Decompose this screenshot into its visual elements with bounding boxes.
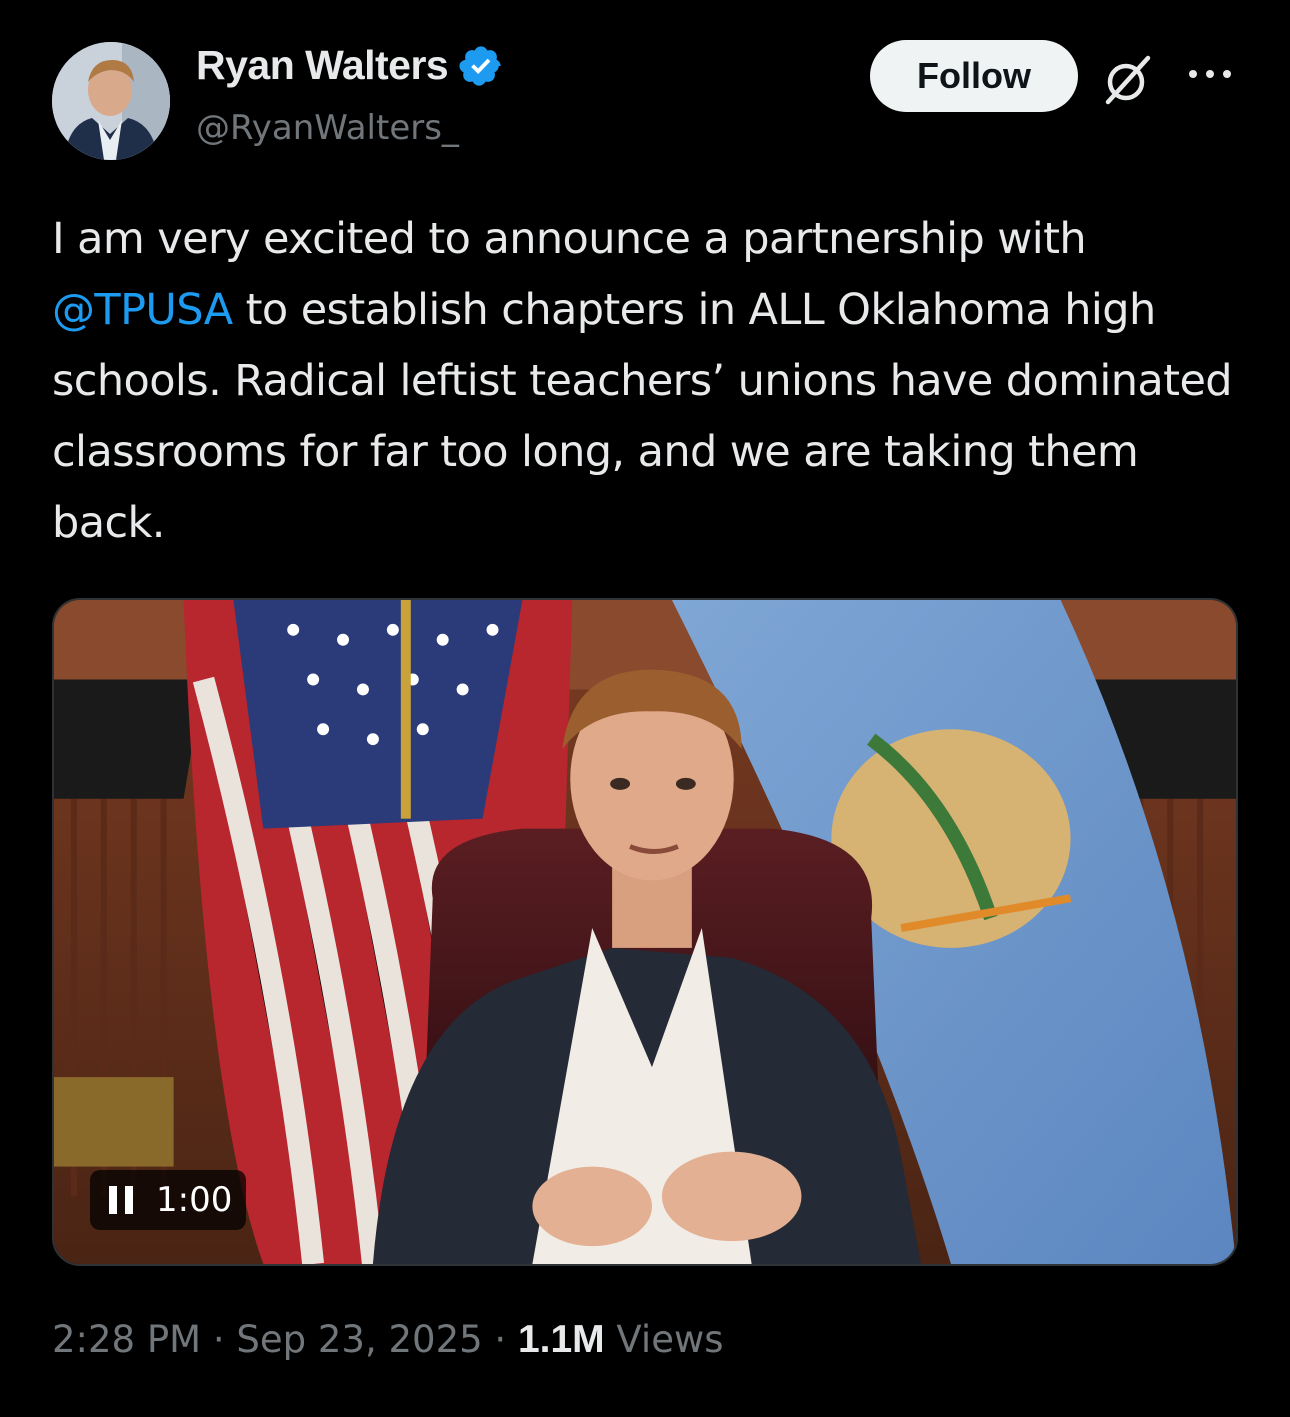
meta-separator: · xyxy=(212,1318,225,1361)
display-name-text: Ryan Walters xyxy=(196,42,449,88)
grok-icon[interactable] xyxy=(1100,52,1156,108)
verified-badge-icon xyxy=(459,45,501,86)
follow-button[interactable]: Follow xyxy=(870,40,1078,112)
video-controls[interactable]: 1:00 xyxy=(90,1170,247,1230)
tweet-meta: 2:28 PM · Sep 23, 2025 · 1.1M Views xyxy=(52,1318,724,1362)
meta-separator: · xyxy=(494,1318,507,1361)
display-name[interactable]: Ryan Walters xyxy=(196,42,504,89)
tweet-text: I am very excited to announce a partners… xyxy=(52,204,1242,559)
post-date[interactable]: Sep 23, 2025 xyxy=(236,1318,482,1361)
pause-icon[interactable] xyxy=(108,1184,134,1216)
video-time: 1:00 xyxy=(156,1180,233,1220)
video-player[interactable]: 1:00 xyxy=(52,598,1238,1266)
views-count[interactable]: 1.1M xyxy=(518,1318,605,1362)
handle[interactable]: @RyanWalters_ xyxy=(196,108,459,148)
tweet-card[interactable]: Ryan Walters @RyanWalters_ Follow I am v… xyxy=(0,0,1290,1417)
views-label: Views xyxy=(616,1318,724,1361)
mention-link[interactable]: @TPUSA xyxy=(52,285,233,335)
avatar[interactable] xyxy=(52,42,170,160)
post-time[interactable]: 2:28 PM xyxy=(52,1318,201,1361)
tweet-text-lead: I am very excited to announce a partners… xyxy=(52,214,1087,264)
avatar-image xyxy=(52,42,170,160)
more-icon[interactable] xyxy=(1185,62,1235,86)
video-frame xyxy=(54,600,1236,1264)
